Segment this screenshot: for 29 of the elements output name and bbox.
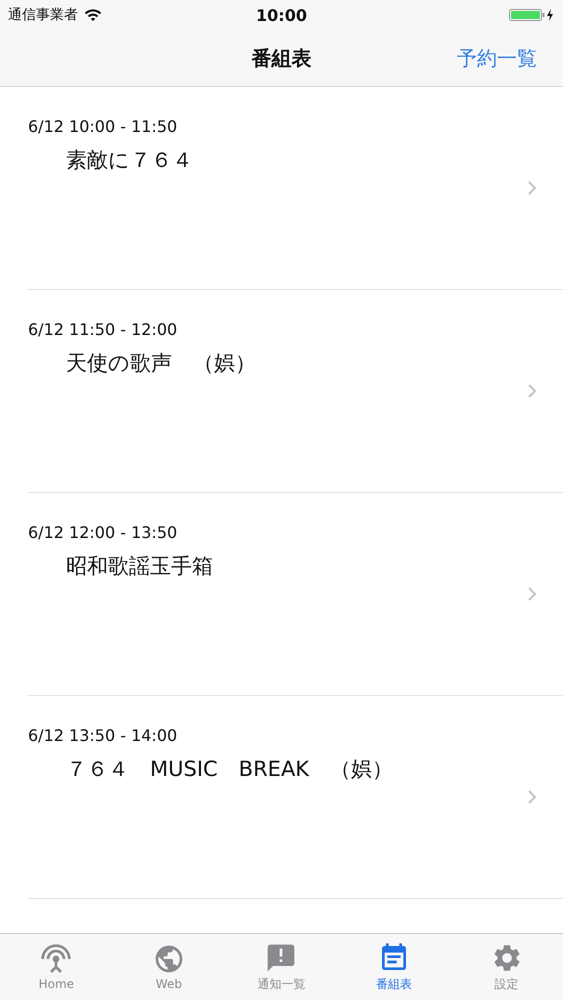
program-row[interactable]: 6/12 12:00 - 13:50 昭和歌謡玉手箱 (28, 493, 563, 696)
battery-icon (509, 8, 555, 22)
program-title: 昭和歌謡玉手箱 (66, 553, 213, 580)
program-title: 天使の歌声 （娯） (66, 350, 256, 377)
tab[interactable]: 番組表 (338, 934, 450, 1000)
program-time: 6/12 11:50 - 12:00 (28, 320, 178, 339)
antenna-icon (40, 943, 72, 975)
program-title: ７６４ MUSIC BREAK （娯） (66, 756, 394, 783)
program-row[interactable]: 6/12 10:00 - 11:50 素敵に７６４ (28, 87, 563, 290)
program-row[interactable]: 6/12 11:50 - 12:00 天使の歌声 （娯） (28, 290, 563, 493)
program-time: 6/12 10:00 - 11:50 (28, 117, 178, 136)
alert-bubble-icon (265, 942, 298, 974)
program-title: 素敵に７６４ (66, 147, 193, 174)
program-row[interactable]: 6/12 13:50 - 14:00 ７６４ MUSIC BREAK （娯） (28, 696, 563, 899)
nav-title: 番組表 (252, 44, 312, 72)
tab[interactable]: 設定 (450, 934, 563, 1000)
program-time: 6/12 13:50 - 14:00 (28, 726, 178, 745)
program-time: 6/12 12:00 - 13:50 (28, 523, 178, 542)
tab[interactable]: 通知一覧 (225, 934, 338, 1000)
tab[interactable]: Home (0, 934, 113, 1000)
reservation-list-button[interactable]: 予約一覧 (457, 44, 537, 72)
chevron-icon (527, 180, 537, 196)
tab[interactable]: Web (112, 934, 226, 1000)
chevron-icon (527, 383, 537, 399)
globe-icon (152, 943, 185, 975)
status-time: 10:00 (256, 6, 307, 24)
carrier-name: 通信事業者 (8, 6, 78, 24)
chevron-icon (527, 789, 537, 805)
chevron-icon (527, 586, 537, 602)
